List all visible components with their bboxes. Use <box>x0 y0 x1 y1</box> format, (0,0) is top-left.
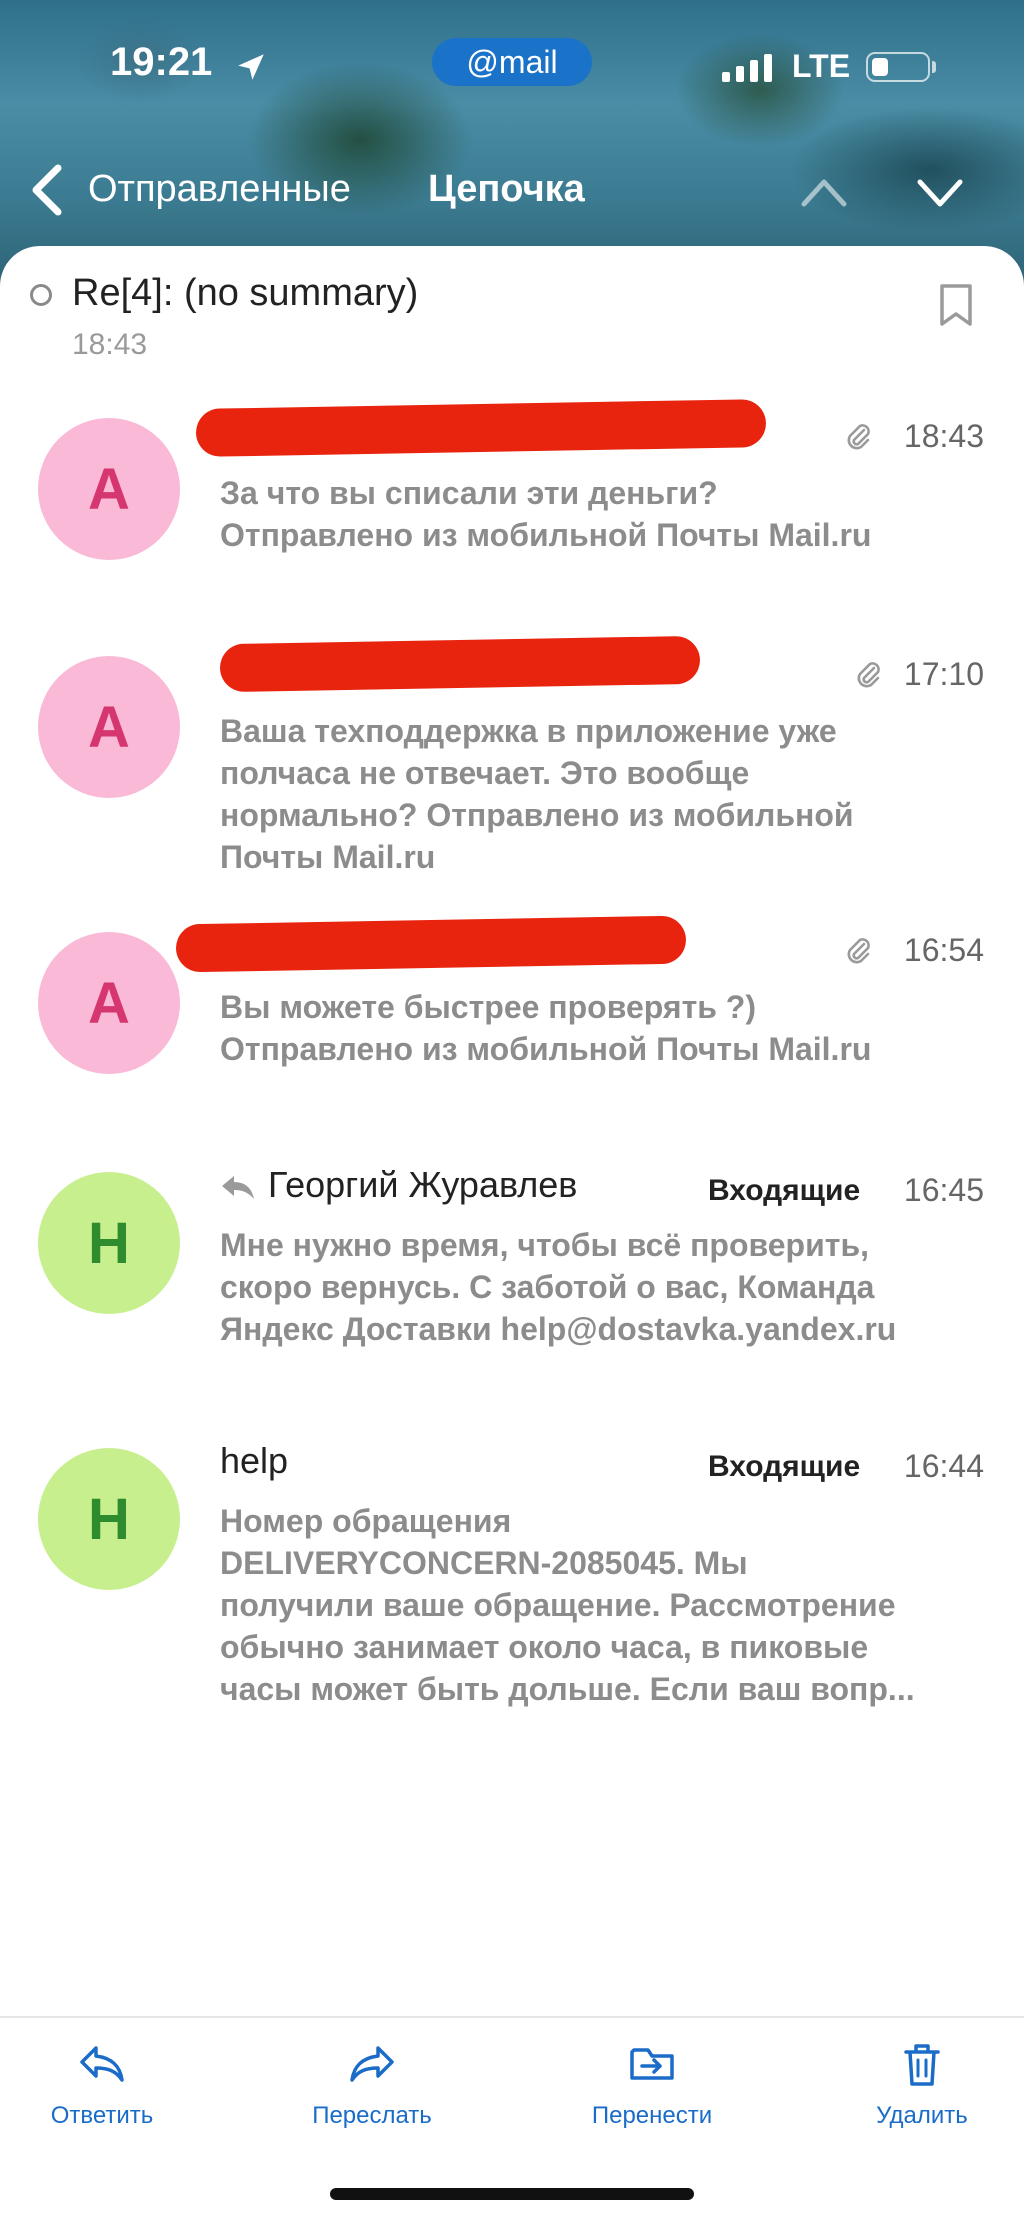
forward-label: Переслать <box>312 2102 432 2129</box>
chevron-up-icon[interactable] <box>798 172 850 212</box>
paperclip-icon <box>847 424 870 450</box>
message-preview: Ваша техподдержка в приложение уже полча… <box>220 713 854 875</box>
forward-button[interactable]: Переслать <box>272 2038 472 2130</box>
message-preview: Мне нужно время, чтобы всё проверить, ск… <box>220 1227 897 1347</box>
location-arrow-icon <box>238 54 264 80</box>
thread-time: 18:43 <box>72 328 148 361</box>
status-time: 19:21 <box>110 40 213 84</box>
redaction-mark <box>175 915 687 973</box>
nav-title: Цепочка <box>428 168 585 210</box>
move-label: Перенести <box>591 2102 713 2129</box>
thread-subject: Re[4]: (no summary) <box>72 272 419 314</box>
reply-label: Ответить <box>50 2102 154 2129</box>
unread-indicator-icon[interactable] <box>30 284 52 306</box>
redaction-mark <box>195 399 767 457</box>
reply-icon <box>80 2046 124 2082</box>
paperclip-icon <box>857 662 880 688</box>
move-folder-icon <box>630 2048 674 2080</box>
home-indicator <box>330 2188 694 2200</box>
signal-strength-icon <box>722 54 772 82</box>
avatar: A <box>38 656 180 798</box>
delete-button[interactable]: Удалить <box>822 2038 1022 2130</box>
avatar: H <box>38 1448 180 1590</box>
back-chevron-icon[interactable] <box>28 162 68 218</box>
battery-tip <box>932 61 936 73</box>
folder-label: Входящие <box>708 1174 861 1207</box>
message-time: 16:45 <box>903 1172 984 1208</box>
message-time: 16:44 <box>903 1448 984 1484</box>
trash-icon <box>904 2044 940 2086</box>
move-button[interactable]: Перенести <box>552 2038 752 2130</box>
forward-icon <box>350 2046 394 2082</box>
avatar: A <box>38 418 180 560</box>
back-button-label[interactable]: Отправленные <box>88 168 351 211</box>
message-preview: Номер обращения DELIVERYCONCERN-2085045.… <box>220 1503 915 1707</box>
redaction-mark <box>219 635 701 693</box>
paperclip-icon <box>847 938 870 964</box>
reply-button[interactable]: Ответить <box>2 2038 202 2130</box>
message-time: 17:10 <box>903 656 984 692</box>
message-preview: За что вы списали эти деньги? Отправлено… <box>220 475 872 553</box>
message-sender: help <box>220 1440 289 1481</box>
message-preview: Вы можете быстрее проверять ?) Отправлен… <box>220 989 872 1067</box>
reply-arrow-icon <box>222 1176 254 1199</box>
bookmark-icon[interactable] <box>938 282 974 328</box>
avatar: H <box>38 1172 180 1314</box>
message-time: 18:43 <box>903 418 984 454</box>
message-sender: Георгий Журавлев <box>268 1164 578 1205</box>
folder-label: Входящие <box>708 1450 861 1483</box>
message-time: 16:54 <box>903 932 984 968</box>
mail-badge[interactable]: @mail <box>432 38 592 86</box>
avatar: A <box>38 932 180 1074</box>
delete-label: Удалить <box>876 2102 968 2129</box>
chevron-down-icon[interactable] <box>914 172 966 212</box>
network-type: LTE <box>792 48 851 84</box>
battery-icon <box>866 52 930 82</box>
